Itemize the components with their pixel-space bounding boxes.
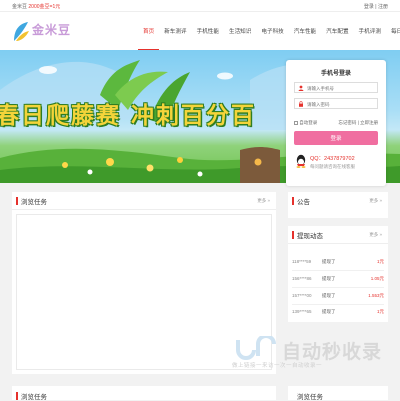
header: 金米豆 首页新车测评手机性能生活知识电子科技汽车性能汽车配置手机评测每日活动 [0, 12, 400, 50]
login-button[interactable]: 登录 [294, 131, 378, 145]
bottom-right-panel: 浏览任务 [288, 386, 388, 401]
withdraw-amount: 1元 [376, 309, 384, 314]
phone-field[interactable] [294, 82, 378, 93]
withdraw-action: 提现了 [322, 309, 336, 314]
withdraw-action: 提现了 [322, 259, 336, 264]
notice-more-link[interactable]: 更多 » [369, 198, 382, 204]
accent-bar [292, 197, 294, 205]
withdraw-row: 157****00 提现了 1.553元 [292, 293, 384, 301]
separator: | [375, 4, 377, 10]
nav-item[interactable]: 电子科技 [256, 24, 288, 50]
nav-item[interactable]: 首页 [138, 24, 160, 50]
withdraw-action: 提现了 [322, 293, 336, 298]
notice-header: 公告 更多 » [288, 192, 388, 212]
watermark-subtext: 做上链接一来访一次一自动收录一 [232, 363, 323, 369]
forgot-register-link[interactable]: 忘记密码 | 立即注册 [338, 120, 378, 126]
withdraw-user: 139****65 [292, 309, 312, 314]
top-bar: 金米豆 2000金豆=1元 登录 | 注册 [0, 0, 400, 12]
remember-checkbox[interactable] [294, 120, 298, 125]
qq-note: 每问题请咨询在线客服 [310, 164, 355, 169]
login-panel: 手机号登录 自动登录 忘记密码 | 立即注册 登录 QQ：2437879702 … [286, 60, 386, 186]
nav-item[interactable]: 生活知识 [224, 24, 256, 50]
site-welcome: 金米豆 [12, 4, 28, 10]
withdraw-action: 提现了 [322, 276, 336, 281]
logo-text: 金米豆 [32, 23, 72, 37]
withdraw-more-link[interactable]: 更多 » [369, 232, 382, 238]
login-title: 手机号登录 [320, 71, 351, 77]
nav-item[interactable]: 每日活动 [386, 24, 400, 50]
withdraw-user: 118****59 [292, 259, 312, 264]
leaf-logo-icon [14, 22, 29, 41]
accent-bar [292, 231, 294, 239]
auth-links: 登录 | 注册 [364, 3, 388, 10]
password-input[interactable] [307, 100, 375, 108]
phone-input[interactable] [307, 84, 375, 92]
promo-link[interactable]: 2000金豆=1元 [28, 4, 60, 10]
withdraw-header: 提现动态 更多 » [288, 226, 388, 244]
password-field[interactable] [294, 98, 378, 109]
user-icon [298, 85, 304, 91]
withdraw-title: 提现动态 [297, 233, 323, 240]
browse-tasks-title: 浏览任务 [21, 199, 47, 206]
watermark-logo-icon [236, 336, 276, 360]
notice-panel: 公告 更多 » [288, 192, 388, 218]
browse-tasks-header: 浏览任务 更多 » [12, 192, 276, 210]
remember-label: 自动登录 [299, 120, 318, 125]
qq-support[interactable]: QQ：2437879702 每问题请咨询在线客服 [294, 152, 378, 174]
withdraw-panel: 提现动态 更多 » 118****59 提现了 1元 156****86 提现了… [288, 226, 388, 322]
main-nav: 首页新车测评手机性能生活知识电子科技汽车性能汽车配置手机评测每日活动 [138, 24, 400, 50]
banner-title: 春日爬藤赛 冲刺百分百 [0, 102, 257, 129]
site-logo[interactable]: 金米豆 [12, 19, 82, 45]
row-divider [292, 304, 384, 305]
nav-item[interactable]: 汽车性能 [289, 24, 321, 50]
notice-title: 公告 [297, 199, 310, 206]
accent-bar [16, 197, 18, 205]
bottom-browse-panel: 浏览任务 [12, 386, 276, 401]
withdraw-row: 118****59 提现了 1元 [292, 259, 384, 267]
withdraw-amount: 1元 [376, 259, 384, 264]
login-options: 自动登录 忘记密码 | 立即注册 [294, 120, 378, 126]
qq-number: QQ：2437879702 [310, 156, 355, 162]
browse-more-link[interactable]: 更多 » [257, 198, 270, 204]
row-divider [292, 270, 384, 271]
withdraw-user: 157****00 [292, 293, 312, 298]
row-divider [292, 287, 384, 288]
register-link[interactable]: 注册 [378, 4, 388, 10]
nav-item[interactable]: 新车测评 [159, 24, 191, 50]
watermark: 自动秒收录 做上链接一来访一次一自动收录一 [232, 336, 392, 376]
watermark-text: 自动秒收录 [282, 342, 383, 363]
nav-item[interactable]: 手机性能 [192, 24, 224, 50]
withdraw-amount: 1.553元 [368, 293, 384, 298]
nav-item[interactable]: 汽车配置 [321, 24, 353, 50]
lock-icon [299, 101, 303, 107]
top-promo: 金米豆 2000金豆=1元 [12, 3, 60, 10]
withdraw-row: 156****86 提现了 1.05元 [292, 276, 384, 284]
nav-item[interactable]: 手机评测 [354, 24, 386, 50]
login-link[interactable]: 登录 [364, 4, 374, 10]
accent-bar [16, 392, 18, 400]
qq-penguin-icon [296, 154, 306, 168]
withdraw-amount: 1.05元 [370, 276, 384, 281]
withdraw-user: 156****86 [292, 276, 312, 281]
withdraw-row: 139****65 提现了 1元 [292, 309, 384, 317]
